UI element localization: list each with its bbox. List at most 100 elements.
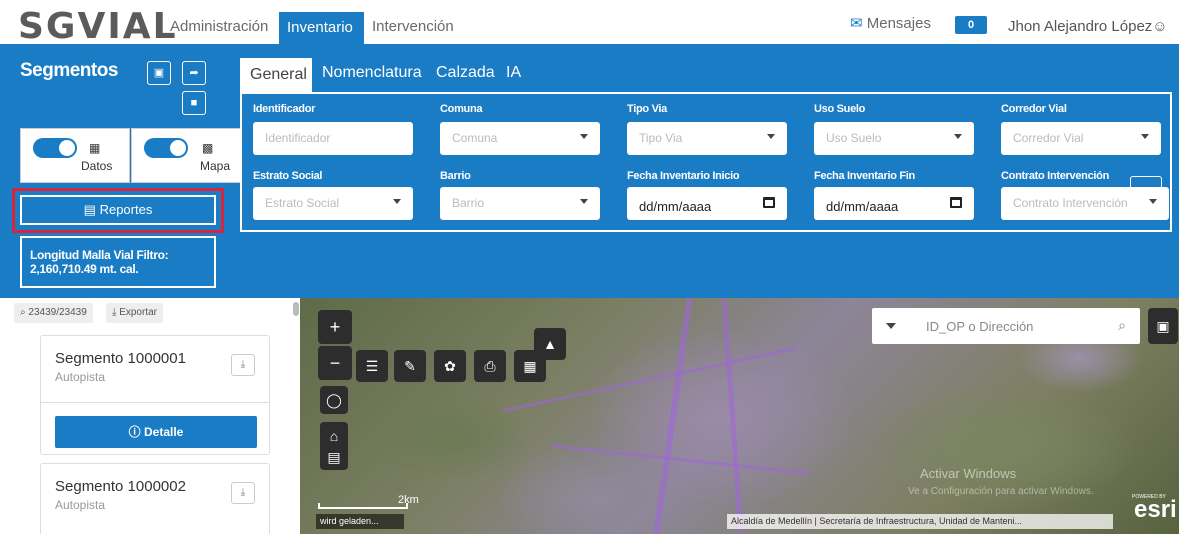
list-item: Segmento 1000002 Autopista ⤓ <box>40 463 270 534</box>
label-fecha-inicio: Fecha Inventario Inicio <box>627 170 740 182</box>
uso-suelo-select[interactable]: Uso Suelo <box>814 122 974 155</box>
layers-icon: ☰ <box>365 358 379 374</box>
calendar-icon: ▦ <box>89 141 101 155</box>
estrato-placeholder: Estrato Social <box>265 196 340 210</box>
card-divider <box>41 402 269 403</box>
barrio-select[interactable]: Barrio <box>440 187 600 220</box>
share-button[interactable]: ➦ <box>182 61 206 85</box>
reportes-label: Reportes <box>99 202 153 217</box>
label-comuna: Comuna <box>440 103 483 115</box>
nav-administracion[interactable]: Administración <box>170 18 268 35</box>
label-contrato-intervencion: Contrato Intervención <box>1001 170 1109 182</box>
search-icon[interactable]: ⌕ <box>1118 317 1126 334</box>
filter-icon: ✿ <box>444 358 456 374</box>
bookmark-button[interactable]: ▣ <box>1148 308 1178 344</box>
filter-button[interactable]: ✿ <box>434 350 466 382</box>
map-search[interactable]: ID_OP o Dirección ⌕ <box>872 308 1140 344</box>
download-icon: ⤓ <box>240 359 246 370</box>
longitud-title: Longitud Malla Vial Filtro: <box>30 248 169 262</box>
reportes-button[interactable]: ▤ Reportes <box>20 195 216 225</box>
messages-link[interactable]: ✉ Mensajes <box>850 14 931 32</box>
toggle-datos[interactable]: ▦ Datos <box>20 128 130 183</box>
page-title: Segmentos <box>20 60 118 81</box>
chevron-down-icon <box>580 199 588 204</box>
download-button[interactable]: ⤓ <box>231 354 255 376</box>
label-tipo-via: Tipo Via <box>627 103 667 115</box>
contrato-intervencion-select[interactable]: Contrato Intervención <box>1001 187 1169 220</box>
save-button[interactable]: ▣ <box>147 61 171 85</box>
nav-inventario[interactable]: Inventario <box>279 12 364 44</box>
export-button[interactable]: ⤓ Exportar <box>106 303 163 323</box>
calendar-icon[interactable] <box>763 197 775 208</box>
layers-button[interactable]: ☰ <box>356 350 388 382</box>
chevron-down-icon[interactable] <box>886 323 896 329</box>
windows-watermark: Activar Windows <box>920 466 1017 481</box>
chart-button[interactable]: ▲ <box>534 328 566 360</box>
detalle-label: Detalle <box>144 425 184 439</box>
envelope-icon: ✉ <box>850 15 863 32</box>
road <box>550 444 810 475</box>
chevron-down-icon <box>393 199 401 204</box>
fecha-fin-input[interactable]: dd/mm/aaaa <box>814 187 974 220</box>
info-icon: ⓘ <box>128 425 141 439</box>
datos-switch[interactable] <box>33 138 77 158</box>
contrato-placeholder: Contrato Intervención <box>1013 196 1128 210</box>
label-estrato-social: Estrato Social <box>253 170 323 182</box>
comuna-placeholder: Comuna <box>452 131 498 145</box>
download-icon: ⤓ <box>112 307 117 318</box>
longitud-summary: Longitud Malla Vial Filtro: 2,160,710.49… <box>20 236 216 288</box>
legend-icon: ▤ <box>327 449 341 465</box>
identificador-input[interactable]: Identificador <box>253 122 413 155</box>
fecha-inicio-input[interactable]: dd/mm/aaaa <box>627 187 787 220</box>
barrio-placeholder: Barrio <box>452 196 485 210</box>
basemap-icon: ▦ <box>523 358 537 374</box>
label-fecha-fin: Fecha Inventario Fin <box>814 170 915 182</box>
download-button[interactable]: ⤓ <box>231 482 255 504</box>
download-icon: ⤓ <box>240 487 246 498</box>
road <box>653 298 693 534</box>
detalle-button[interactable]: ⓘ Detalle <box>55 416 257 448</box>
segment-type: Autopista <box>55 370 106 384</box>
bookmark-icon: ▣ <box>1156 318 1170 334</box>
print-button[interactable]: ⎙ <box>474 350 506 382</box>
chevron-down-icon <box>1141 134 1149 139</box>
user-name: Jhon Alejandro López <box>1008 18 1153 35</box>
print-icon: ⎙ <box>484 358 496 374</box>
windows-watermark-sub: Ve a Configuración para activar Windows. <box>908 486 1094 497</box>
chart-icon: ▲ <box>543 336 557 352</box>
measure-button[interactable]: ✎ <box>394 350 426 382</box>
label-uso-suelo: Uso Suelo <box>814 103 866 115</box>
estrato-social-select[interactable]: Estrato Social <box>253 187 413 220</box>
search-icon: ⌕ <box>20 307 26 318</box>
user-menu[interactable]: Jhon Alejandro López☺ <box>1008 18 1168 35</box>
zoom-out-icon: − <box>329 353 341 373</box>
fecha-inicio-value: dd/mm/aaaa <box>639 199 712 214</box>
longitud-value: 2,160,710.49 mt. cal. <box>30 262 139 276</box>
fecha-fin-value: dd/mm/aaaa <box>826 199 899 214</box>
zoom-in-button[interactable]: + <box>318 310 352 344</box>
toggle-mapa[interactable]: ▩ Mapa <box>131 128 241 183</box>
locate-button[interactable]: ◯ <box>320 386 348 414</box>
scrollbar[interactable] <box>293 302 299 316</box>
esri-logo: esri <box>1134 496 1177 523</box>
tab-ia[interactable]: IA <box>506 64 521 82</box>
zoom-out-button[interactable]: − <box>318 346 352 380</box>
calendar-icon[interactable] <box>950 197 962 208</box>
mapa-switch[interactable] <box>144 138 188 158</box>
corredor-vial-placeholder: Corredor Vial <box>1013 131 1084 145</box>
legend-button[interactable]: ▤ <box>320 444 348 470</box>
delete-button[interactable]: ■ <box>182 91 206 115</box>
tab-calzada[interactable]: Calzada <box>436 64 495 82</box>
tab-general[interactable]: General <box>240 58 312 92</box>
tipo-via-select[interactable]: Tipo Via <box>627 122 787 155</box>
comuna-select[interactable]: Comuna <box>440 122 600 155</box>
corredor-vial-select[interactable]: Corredor Vial <box>1001 122 1161 155</box>
label-identificador: Identificador <box>253 103 316 115</box>
tab-nomenclatura[interactable]: Nomenclatura <box>322 64 422 82</box>
map-attribution: Alcaldía de Medellín | Secretaría de Inf… <box>727 514 1113 529</box>
nav-intervencion[interactable]: Intervención <box>372 18 454 35</box>
messages-count-badge: 0 <box>955 16 987 34</box>
messages-label: Mensajes <box>866 15 931 32</box>
list-item: Segmento 1000001 Autopista ⤓ ⓘ Detalle <box>40 335 270 455</box>
user-icon: ☺ <box>1152 18 1168 35</box>
